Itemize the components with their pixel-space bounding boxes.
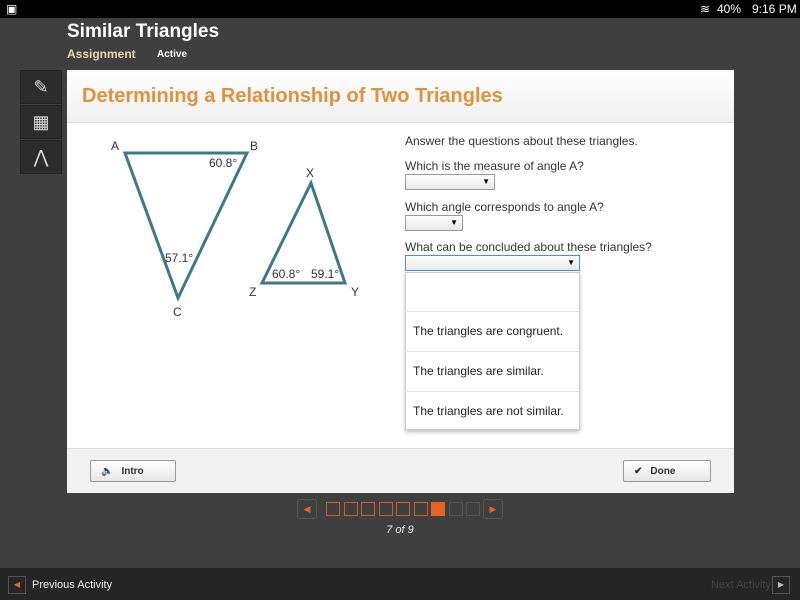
caret-right-icon: ▶ (489, 504, 497, 514)
angle-c-label: 57.1° (165, 251, 193, 265)
previous-activity-label[interactable]: Previous Activity (32, 579, 112, 591)
page-square-5[interactable] (396, 502, 410, 516)
done-label: Done (650, 465, 676, 477)
checkmark-icon: ✔ (634, 465, 643, 477)
next-page-button[interactable]: ▶ (483, 499, 503, 519)
vertex-y: Y (351, 285, 359, 299)
caret-right-icon: ▶ (777, 580, 785, 589)
angle-z-label: 60.8° (272, 267, 300, 281)
activity-title: Determining a Relationship of Two Triang… (82, 85, 503, 107)
image-icon: ▣ (6, 2, 18, 16)
caret-left-icon: ◀ (13, 580, 21, 589)
reference-tool-button[interactable]: ⋀ (20, 140, 62, 174)
caret-down-icon: ▼ (482, 177, 490, 186)
caret-left-icon: ◀ (303, 504, 311, 514)
page-square-6[interactable] (413, 502, 428, 516)
caret-down-icon: ▼ (450, 218, 458, 227)
page-square-3[interactable] (361, 502, 375, 516)
battery-level: 40% (717, 2, 742, 16)
page-square-1[interactable] (326, 502, 340, 516)
angle-a-dropdown[interactable]: ▼ (405, 174, 495, 190)
speaker-icon: 🔈 (101, 465, 114, 477)
clock: 9:16 PM (752, 2, 797, 16)
triangles-figure: A B C X Y Z 60.8° 57.1° 60.8° 59.1° (111, 139, 359, 319)
next-activity-button: ▶ (772, 576, 790, 594)
page-indicator: 7 of 9 (386, 524, 414, 536)
vertex-b: B (250, 139, 258, 153)
wifi-icon: ≋ (700, 2, 711, 16)
page-square-2[interactable] (343, 502, 358, 516)
question-1: Which is the measure of angle A? (405, 159, 584, 173)
option-similar[interactable]: The triangles are similar. (405, 351, 580, 391)
page-square-4[interactable] (378, 502, 393, 516)
option-congruent[interactable]: The triangles are congruent. (405, 311, 580, 351)
assignment-label: Assignment (67, 47, 136, 61)
angle-y-label: 59.1° (311, 267, 339, 281)
status-label: Active (157, 49, 188, 60)
activity-header: Determining a Relationship of Two Triang… (67, 70, 734, 123)
page-square-8 (448, 502, 463, 516)
question-2: Which angle corresponds to angle A? (405, 200, 604, 214)
bottom-bar: ◀ Previous Activity Next Activity ▶ (0, 568, 800, 600)
page-title: Similar Triangles (67, 21, 220, 42)
vertex-a: A (111, 139, 119, 153)
reference-icon: ⋀ (33, 146, 49, 167)
page-square-9 (466, 502, 480, 516)
angle-b-label: 60.8° (209, 156, 237, 170)
intro-button[interactable]: 🔈 Intro (90, 460, 176, 482)
calculator-icon: ▦ (32, 111, 50, 132)
activity-panel: Determining a Relationship of Two Triang… (67, 70, 734, 493)
previous-page-button[interactable]: ◀ (297, 499, 317, 519)
option-not-similar[interactable]: The triangles are not similar. (405, 391, 580, 431)
previous-activity-button[interactable]: ◀ (8, 576, 26, 594)
triangle-abc (122, 151, 250, 302)
caret-down-icon: ▼ (567, 258, 575, 267)
vertex-c: C (173, 305, 182, 319)
vertex-x: X (306, 166, 314, 180)
intro-label: Intro (121, 465, 144, 477)
done-button[interactable]: ✔ Done (623, 460, 711, 482)
calculator-tool-button[interactable]: ▦ (20, 105, 62, 139)
pencil-icon: ✎ (33, 76, 49, 97)
option-blank[interactable] (405, 272, 580, 312)
instructions: Answer the questions about these triangl… (405, 134, 638, 148)
conclusion-dropdown[interactable]: ▼ (405, 255, 580, 271)
page-square-7[interactable] (431, 502, 445, 516)
status-bar: ▣ ≋ 40% 9:16 PM (0, 0, 800, 18)
corresponding-angle-dropdown[interactable]: ▼ (405, 215, 463, 231)
next-activity-label: Next Activity (711, 579, 771, 591)
vertex-z: Z (249, 285, 256, 299)
question-3: What can be concluded about these triang… (405, 240, 652, 254)
pencil-tool-button[interactable]: ✎ (20, 70, 62, 104)
